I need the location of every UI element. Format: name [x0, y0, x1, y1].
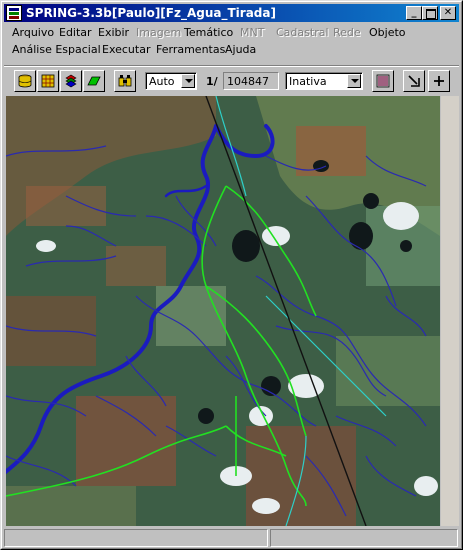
- cursor-mode-value: Inativa: [289, 75, 327, 88]
- title-bar[interactable]: SPRING-3.3b[Paulo][Fz_Agua_Tirada] _ ✕: [4, 4, 459, 22]
- layers-button[interactable]: [60, 70, 82, 92]
- minimize-button[interactable]: _: [406, 6, 422, 20]
- project-grid-icon: [41, 74, 55, 88]
- arrow-down-right-icon: [408, 75, 420, 87]
- menu-bar: Arquivo Editar Exibir Imagem Temático MN…: [4, 23, 459, 59]
- menu-editar[interactable]: Editar: [57, 26, 94, 39]
- arrow-down-right-button[interactable]: [403, 70, 425, 92]
- maximize-icon: [426, 9, 436, 19]
- spring-window: SPRING-3.3b[Paulo][Fz_Agua_Tirada] _ ✕ A…: [0, 0, 463, 550]
- status-panel-coords: [270, 529, 458, 547]
- scale-field[interactable]: 104847: [223, 72, 279, 90]
- menu-executar[interactable]: Executar: [100, 43, 153, 56]
- bar-grid-icon: [376, 74, 390, 88]
- app-icon[interactable]: [6, 5, 22, 21]
- green-plane-icon: [87, 76, 101, 86]
- binoculars-icon: [118, 75, 132, 87]
- menu-analise-espacial[interactable]: Análise Espacial: [10, 43, 103, 56]
- tool-toggle-button[interactable]: [114, 70, 136, 92]
- vertical-scrollbar[interactable]: [441, 96, 459, 526]
- toolbar: Auto 1/ 104847 Inativa: [4, 65, 459, 94]
- menu-mnt[interactable]: MNT: [238, 26, 266, 39]
- menu-tematico[interactable]: Temático: [182, 26, 235, 39]
- status-bar: [4, 529, 459, 547]
- window-title: SPRING-3.3b[Paulo][Fz_Agua_Tirada]: [26, 6, 276, 20]
- menu-cadastral[interactable]: Cadastral: [274, 26, 331, 39]
- status-panel-main: [4, 529, 268, 547]
- menu-exibir[interactable]: Exibir: [96, 26, 131, 39]
- close-icon: ✕: [443, 7, 453, 18]
- database-button[interactable]: [14, 70, 36, 92]
- layers-icon: [65, 74, 77, 88]
- scale-prefix-label: 1/: [206, 75, 218, 88]
- plus-icon: [434, 76, 444, 86]
- category-button[interactable]: [83, 70, 105, 92]
- menu-rede[interactable]: Rede: [331, 26, 363, 39]
- add-button[interactable]: [428, 70, 450, 92]
- chevron-down-icon[interactable]: [181, 74, 195, 88]
- toggle-display-button[interactable]: [372, 70, 394, 92]
- zoom-mode-value: Auto: [149, 75, 175, 88]
- project-button[interactable]: [37, 70, 59, 92]
- zoom-mode-select[interactable]: Auto: [145, 72, 197, 90]
- satellite-image[interactable]: [6, 96, 440, 526]
- map-canvas[interactable]: [6, 96, 440, 526]
- menu-arquivo[interactable]: Arquivo: [10, 26, 56, 39]
- menu-objeto[interactable]: Objeto: [367, 26, 408, 39]
- menu-ajuda[interactable]: Ajuda: [223, 43, 258, 56]
- chevron-down-icon[interactable]: [347, 74, 361, 88]
- close-button[interactable]: ✕: [440, 6, 456, 20]
- scale-value: 104847: [227, 75, 269, 88]
- minimize-icon: _: [411, 7, 417, 18]
- toolbar-overflow[interactable]: [453, 70, 459, 92]
- database-icon: [18, 74, 32, 88]
- maximize-button[interactable]: [422, 6, 438, 20]
- menu-ferramentas[interactable]: Ferramentas: [154, 43, 227, 56]
- cursor-mode-select[interactable]: Inativa: [285, 72, 363, 90]
- menu-imagem[interactable]: Imagem: [134, 26, 183, 39]
